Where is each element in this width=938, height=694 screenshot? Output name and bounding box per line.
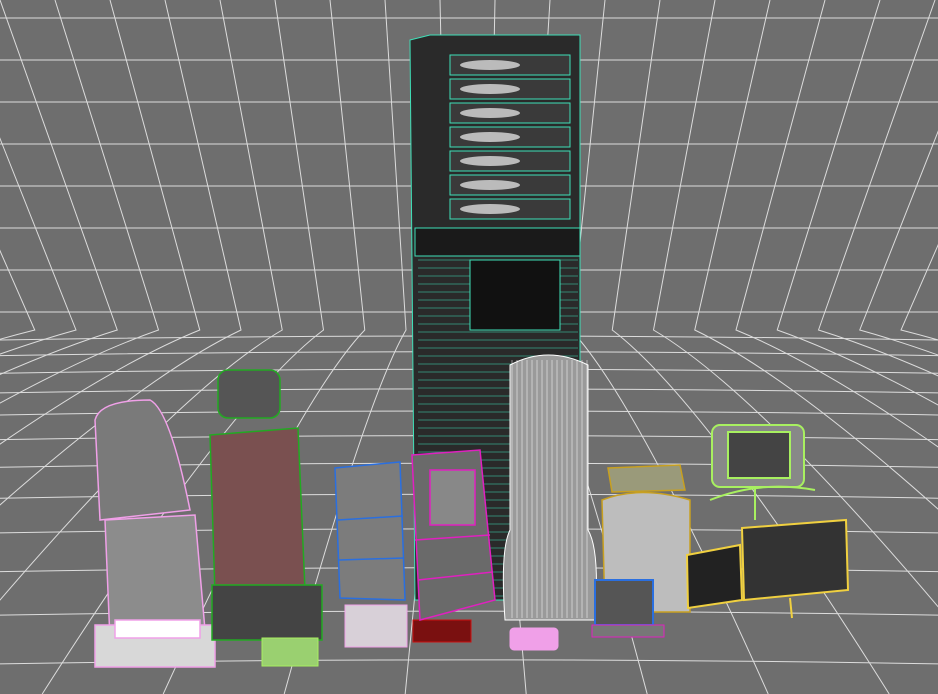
- lime-box[interactable]: [261, 637, 319, 667]
- magenta-cabinet[interactable]: [411, 449, 496, 621]
- rack-drawer-highlight: [460, 60, 520, 70]
- rack-drawer-highlight: [460, 156, 520, 166]
- rack-drawer-highlight: [460, 204, 520, 214]
- blue-laptop[interactable]: [591, 579, 665, 638]
- pink-microwave[interactable]: [344, 604, 408, 648]
- white-cylinder[interactable]: [502, 354, 597, 621]
- pink-device[interactable]: [509, 627, 559, 651]
- blue-cabinet[interactable]: [334, 461, 406, 601]
- rack-drawer-highlight: [460, 108, 520, 118]
- red-box[interactable]: [412, 619, 472, 643]
- rack-drawer-highlight: [460, 84, 520, 94]
- rack-drawer-highlight: [460, 132, 520, 142]
- rack-drawer-highlight: [460, 180, 520, 190]
- viewport-scene[interactable]: [0, 0, 938, 694]
